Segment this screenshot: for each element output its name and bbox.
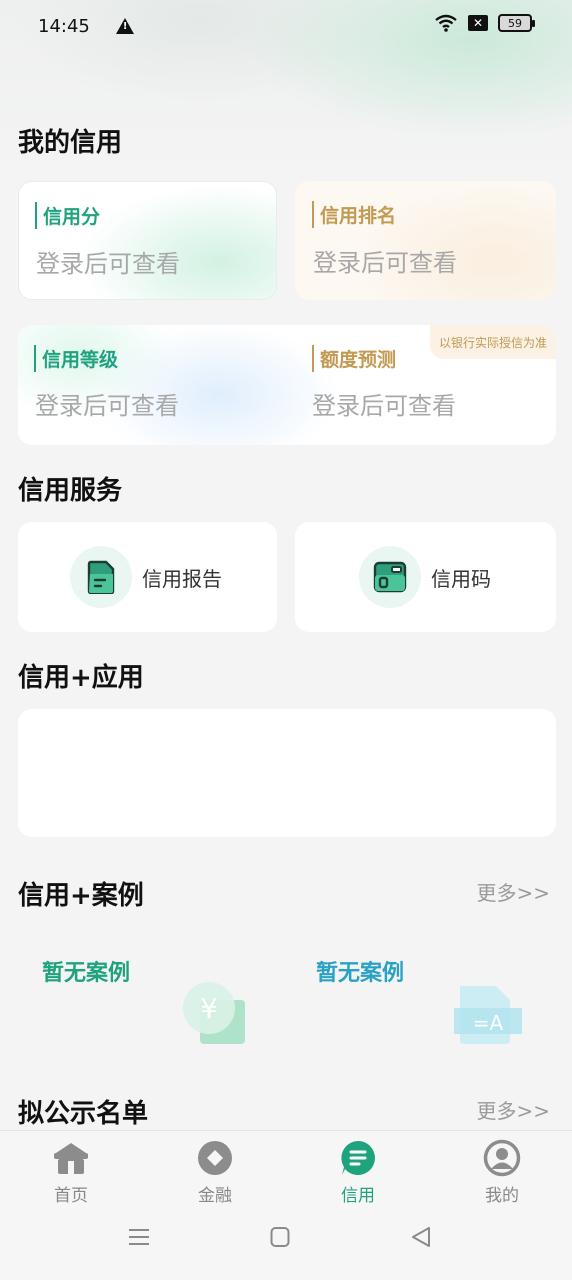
status-bar: 14:45 ✕ 59 xyxy=(0,0,572,52)
apps-panel xyxy=(18,709,556,837)
case-title-1[interactable]: 暂无案例 xyxy=(42,955,130,987)
public-list-more-link[interactable]: 更多>> xyxy=(476,1095,550,1124)
tab-credit-label: 信用 xyxy=(341,1186,375,1206)
tab-credit[interactable]: 信用 xyxy=(308,1139,408,1206)
status-time: 14:45 xyxy=(38,15,90,37)
section-title-cases: 信用+案例 xyxy=(18,881,144,911)
quota-forecast-value: 登录后可查看 xyxy=(312,392,456,420)
credit-code-button[interactable]: 信用码 xyxy=(295,522,556,632)
svg-text:¥: ¥ xyxy=(200,992,218,1025)
case-title-2[interactable]: 暂无案例 xyxy=(316,955,404,987)
battery-icon: 59 xyxy=(498,14,535,32)
credit-report-button[interactable]: 信用报告 xyxy=(18,522,277,632)
credit-score-value: 登录后可查看 xyxy=(36,250,180,278)
warning-icon xyxy=(115,18,134,34)
tab-home-label: 首页 xyxy=(54,1186,88,1206)
quota-note-badge: 以银行实际授信为准 xyxy=(430,325,556,359)
home-icon xyxy=(54,1143,88,1174)
credit-score-label: 信用分 xyxy=(35,202,100,229)
tab-profile-label: 我的 xyxy=(485,1186,519,1206)
credit-code-icon xyxy=(373,561,407,593)
no-sim-icon: ✕ xyxy=(468,15,488,31)
back-icon[interactable] xyxy=(410,1226,432,1248)
credit-level-value: 登录后可查看 xyxy=(35,392,179,420)
menu-icon[interactable] xyxy=(128,1226,150,1248)
status-icons: ✕ 59 xyxy=(434,14,535,32)
credit-level-quota-card[interactable]: 信用等级 登录后可查看 额度预测 登录后可查看 以银行实际授信为准 xyxy=(18,325,556,445)
section-title-services: 信用服务 xyxy=(18,476,123,506)
wifi-icon xyxy=(435,14,457,32)
credit-code-label: 信用码 xyxy=(431,566,491,591)
section-title-public-list: 拟公示名单 xyxy=(18,1099,149,1129)
credit-rank-label: 信用排名 xyxy=(312,201,396,228)
svc-icon-bg xyxy=(359,546,421,608)
file-text-icon: =A xyxy=(454,986,522,1044)
credit-level-label: 信用等级 xyxy=(34,345,118,372)
section-title-apps: 信用+应用 xyxy=(18,663,144,693)
credit-rank-value: 登录后可查看 xyxy=(313,249,457,277)
quota-forecast-label: 额度预测 xyxy=(312,345,396,372)
credit-icon xyxy=(341,1141,375,1175)
profile-icon xyxy=(483,1139,521,1177)
tab-home[interactable]: 首页 xyxy=(21,1139,121,1206)
tab-finance[interactable]: 金融 xyxy=(165,1139,265,1206)
home-square-icon[interactable] xyxy=(270,1226,290,1248)
svc-icon-bg xyxy=(70,546,132,608)
document-icon xyxy=(87,560,115,594)
credit-rank-card[interactable]: 信用排名 登录后可查看 xyxy=(295,181,556,300)
yuan-coin-icon: ¥ xyxy=(183,982,245,1044)
finance-icon xyxy=(198,1141,232,1175)
section-title-my-credit: 我的信用 xyxy=(18,128,123,158)
cases-more-link[interactable]: 更多>> xyxy=(476,877,550,906)
svg-text:=A: =A xyxy=(473,1011,504,1035)
credit-report-label: 信用报告 xyxy=(142,566,222,591)
tab-finance-label: 金融 xyxy=(198,1186,232,1206)
system-navigation-bar xyxy=(0,1222,572,1262)
credit-score-card[interactable]: 信用分 登录后可查看 xyxy=(18,181,277,300)
tab-profile[interactable]: 我的 xyxy=(452,1139,552,1206)
